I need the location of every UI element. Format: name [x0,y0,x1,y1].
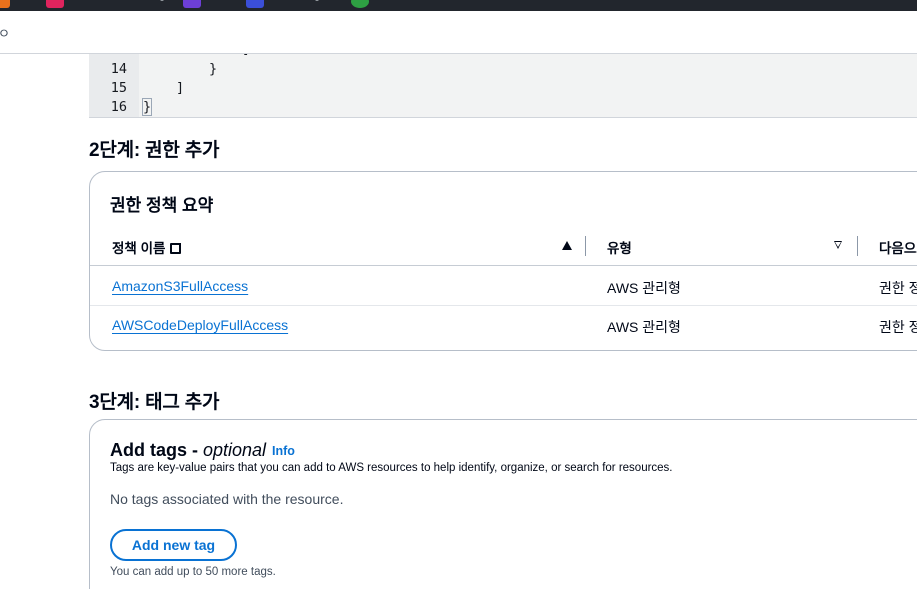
policy-code-editor: 13 14 15 16 ] } ] } [89,54,917,118]
sort-descending-icon[interactable] [834,241,842,249]
line-number: 16 [110,99,127,115]
code-line: ] [176,80,185,96]
policy-type-cell: AWS 관리형 [607,319,681,335]
bookmark-icon[interactable] [246,0,264,8]
external-link-icon [170,242,183,254]
bookmark-icon[interactable] [46,0,64,8]
card-title: 권한 정책 요약 [110,196,214,215]
browser-bookmarks-bar [0,0,917,11]
add-tags-title: Add tags - optional [110,440,266,461]
line-number: 13 [89,54,127,57]
tags-limit-hint: You can add up to 50 more tags. [110,566,276,578]
policy-link-amazons3fullaccess[interactable]: AmazonS3FullAccess [112,278,248,294]
column-header-label: 정책 이름 [112,241,166,256]
step-2-heading: 2단계: 권한 추가 [89,140,220,161]
info-link[interactable]: Info [272,444,295,458]
permissions-summary-card: 권한 정책 요약 정책 이름 유형 다음으로 AmazonS3FullAcces… [89,171,917,351]
line-number: 14 [110,61,127,77]
policy-type-cell: AWS 관리형 [607,280,681,296]
column-resizer[interactable] [585,236,586,256]
console-header-bar: ㅇ [0,11,917,54]
table-row-divider [90,305,917,306]
table-header-divider [90,265,917,266]
step-3-heading: 3단계: 태그 추가 [89,392,220,413]
code-line: } [209,61,218,77]
bookmark-dot-icon [315,0,319,1]
bookmark-icon[interactable] [183,0,201,8]
bookmark-icon[interactable] [0,0,10,8]
code-line: ] [242,54,250,57]
truncated-breadcrumb: ㅇ [0,26,10,41]
policy-used-as-cell: 권한 정책 [879,280,917,296]
bookmark-dot-icon [160,0,164,1]
add-tags-title-optional: optional [203,440,267,460]
policy-link-awscodedeployfullaccess[interactable]: AWSCodeDeployFullAccess [112,317,288,333]
add-new-tag-button[interactable]: Add new tag [110,529,237,561]
column-header-policy-name[interactable]: 정책 이름 [112,237,183,257]
tags-empty-state: No tags associated with the resource. [110,491,344,507]
line-number: 15 [110,80,127,96]
add-tags-title-main: Add tags - [110,440,203,460]
code-line: } [141,98,153,116]
column-header-type[interactable]: 유형 [607,237,632,257]
policy-used-as-cell: 권한 정책 [879,319,917,335]
sort-ascending-icon[interactable] [562,241,572,250]
add-tags-card: Add tags - optional Info Tags are key-va… [89,419,917,589]
bookmark-icon[interactable] [351,0,369,8]
column-header-used-as[interactable]: 다음으로 [879,237,917,257]
column-resizer[interactable] [857,236,858,256]
tags-description: Tags are key-value pairs that you can ad… [110,462,673,474]
